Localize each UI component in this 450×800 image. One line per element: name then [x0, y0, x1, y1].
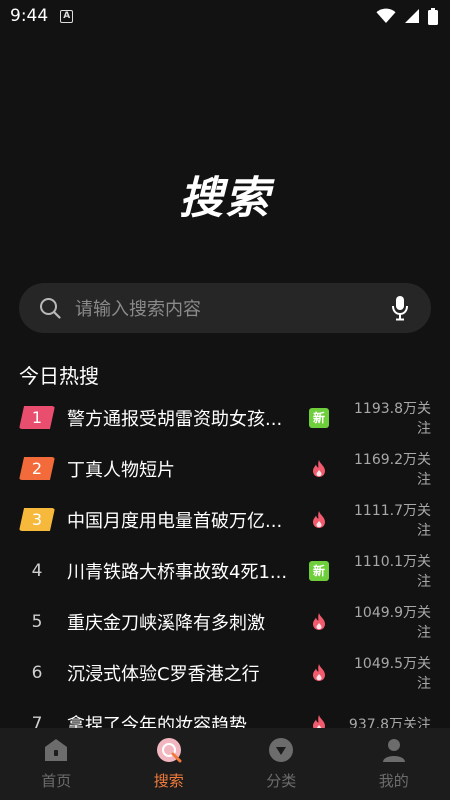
rank-badge: 1 [19, 406, 55, 429]
search-tab-icon [156, 738, 182, 763]
signal-icon [405, 9, 419, 23]
tab-category-label: 分类 [266, 772, 297, 790]
follow-count: 1049.9万关注 [354, 604, 431, 641]
new-badge: 新 [309, 560, 329, 581]
rank-badge: 3 [19, 508, 55, 531]
search-icon [40, 298, 61, 319]
tab-profile-label: 我的 [378, 772, 409, 790]
bottom-tab-bar: 首页 搜索 分类 我的 [0, 728, 450, 800]
fire-icon [309, 663, 329, 683]
rank-badge: 6 [31, 662, 43, 683]
hot-search-title-text: 沉浸式体验C罗香港之行 [67, 663, 260, 685]
status-time: 9:44 [10, 6, 49, 26]
hot-search-item[interactable]: 1 警方通报受胡雷资助女孩... 新 1193.8万关注 [19, 392, 431, 443]
hot-search-title-text: 中国月度用电量首破万亿... [67, 510, 283, 532]
microphone-icon[interactable] [391, 295, 409, 321]
follow-count: 1111.7万关注 [354, 502, 431, 539]
tab-search[interactable]: 搜索 [113, 728, 226, 800]
hot-search-item[interactable]: 5 重庆金刀峡溪降有多刺激 1049.9万关注 [19, 596, 431, 647]
hot-search-title-text: 警方通报受胡雷资助女孩... [67, 408, 283, 430]
home-icon [45, 739, 68, 761]
hot-search-item[interactable]: 4 川青铁路大桥事故致4死1... 新 1110.1万关注 [19, 545, 431, 596]
tab-search-label: 搜索 [153, 772, 184, 790]
tab-profile[interactable]: 我的 [338, 728, 450, 800]
fire-icon [309, 459, 329, 479]
search-placeholder: 请输入搜索内容 [75, 299, 201, 320]
new-badge: 新 [309, 407, 329, 428]
profile-icon [382, 739, 405, 762]
fire-icon [309, 510, 329, 530]
hot-search-item[interactable]: 2 丁真人物短片 1169.2万关注 [19, 443, 431, 494]
category-icon [269, 738, 294, 762]
notification-a-icon: A [60, 9, 74, 23]
hot-search-title-text: 重庆金刀峡溪降有多刺激 [67, 612, 265, 634]
hot-search-title: 今日热搜 [19, 364, 99, 388]
hot-search-item[interactable]: 3 中国月度用电量首破万亿... 1111.7万关注 [19, 494, 431, 545]
hot-search-list: 1 警方通报受胡雷资助女孩... 新 1193.8万关注 2 丁真人物短片 1169.2万关… [19, 392, 431, 749]
hot-search-item[interactable]: 6 沉浸式体验C罗香港之行 1049.5万关注 [19, 647, 431, 698]
follow-count: 1193.8万关注 [354, 400, 431, 437]
hot-search-title-text: 丁真人物短片 [67, 459, 175, 481]
rank-badge: 5 [31, 611, 43, 632]
search-input[interactable]: 请输入搜索内容 [19, 283, 431, 333]
follow-count: 1049.5万关注 [354, 655, 431, 692]
battery-icon [428, 7, 438, 25]
wifi-icon [376, 8, 396, 23]
rank-badge: 2 [19, 457, 55, 480]
tab-home[interactable]: 首页 [0, 728, 113, 800]
fire-icon [309, 612, 329, 632]
page-title: 搜索 [179, 173, 271, 224]
tab-category[interactable]: 分类 [225, 728, 338, 800]
hot-search-title-text: 川青铁路大桥事故致4死1... [67, 561, 288, 583]
status-icons [376, 7, 438, 25]
tab-home-label: 首页 [41, 772, 72, 790]
follow-count: 1110.1万关注 [354, 553, 431, 590]
status-bar: 9:44 A [0, 0, 450, 32]
follow-count: 1169.2万关注 [354, 451, 431, 488]
rank-badge: 4 [31, 560, 43, 581]
